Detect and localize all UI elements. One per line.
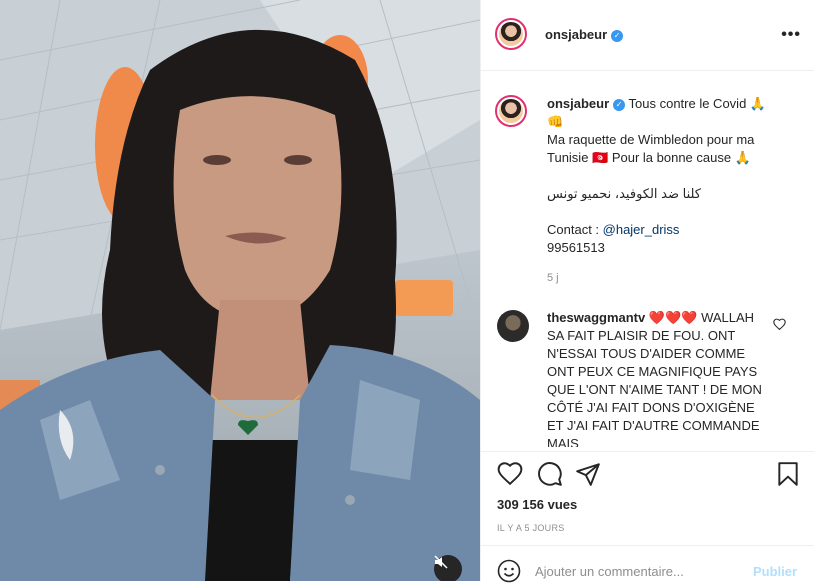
- caption-line: Tous contre le Covid 🙏: [628, 96, 767, 111]
- comment-text: WALLAH SA FAIT PLAISIR DE FOU. ONT N'ESS…: [547, 310, 762, 447]
- commenter-username[interactable]: theswaggmantv: [547, 310, 645, 325]
- heart-icon[interactable]: [497, 461, 523, 485]
- divider: [481, 545, 814, 546]
- comment-item: theswaggmantv ❤️❤️❤️ WALLAH SA FAIT PLAI…: [547, 309, 769, 447]
- caption-line: Tunisie 🇹🇳 Pour la bonne cause 🙏: [547, 150, 751, 165]
- contact-phone: 99561513: [547, 240, 605, 255]
- view-count[interactable]: 309 156 vues: [497, 497, 577, 512]
- comment-like-icon[interactable]: [773, 318, 786, 330]
- verified-badge-icon: ✓: [611, 29, 624, 42]
- caption-avatar[interactable]: [495, 95, 527, 127]
- caption-username[interactable]: onsjabeur: [547, 96, 609, 111]
- post-panel: onsjabeur ✓ ••• onsjabeur ✓ Tous contre le…: [480, 0, 814, 583]
- post-header: onsjabeur ✓ •••: [481, 0, 814, 71]
- emoji-icon[interactable]: [497, 559, 521, 583]
- caption-line: Ma raquette de Wimbledon pour ma: [547, 132, 755, 147]
- speaker-muted-icon: [434, 555, 448, 569]
- mute-button[interactable]: [434, 555, 462, 581]
- more-options-icon[interactable]: •••: [781, 26, 801, 44]
- comment-input[interactable]: Ajouter un commentaire...: [535, 564, 684, 579]
- comment-hearts: ❤️❤️❤️: [648, 310, 698, 325]
- post-video[interactable]: [0, 0, 480, 581]
- commenter-avatar[interactable]: [497, 310, 529, 342]
- caption-line: 👊: [547, 114, 564, 129]
- comment-icon[interactable]: [537, 461, 563, 487]
- share-icon[interactable]: [575, 461, 601, 487]
- contact-label: Contact :: [547, 222, 603, 237]
- divider: [481, 451, 814, 452]
- contact-mention-link[interactable]: @hajer_driss: [603, 222, 680, 237]
- author-username[interactable]: onsjabeur ✓: [545, 27, 624, 42]
- caption-arabic: كلنا ضد الكوفيد، نحميو تونس: [547, 186, 702, 201]
- publish-button[interactable]: Publier: [753, 564, 797, 579]
- caption-age[interactable]: 5 j: [547, 272, 559, 284]
- post-date[interactable]: IL Y A 5 JOURS: [497, 523, 565, 533]
- author-avatar[interactable]: [495, 18, 527, 50]
- action-bar: [495, 461, 801, 489]
- verified-badge-icon: ✓: [613, 98, 626, 111]
- post-caption: onsjabeur ✓ Tous contre le Covid 🙏 👊 Ma r…: [547, 95, 797, 257]
- video-frame: [0, 0, 480, 581]
- bookmark-icon[interactable]: [777, 461, 799, 487]
